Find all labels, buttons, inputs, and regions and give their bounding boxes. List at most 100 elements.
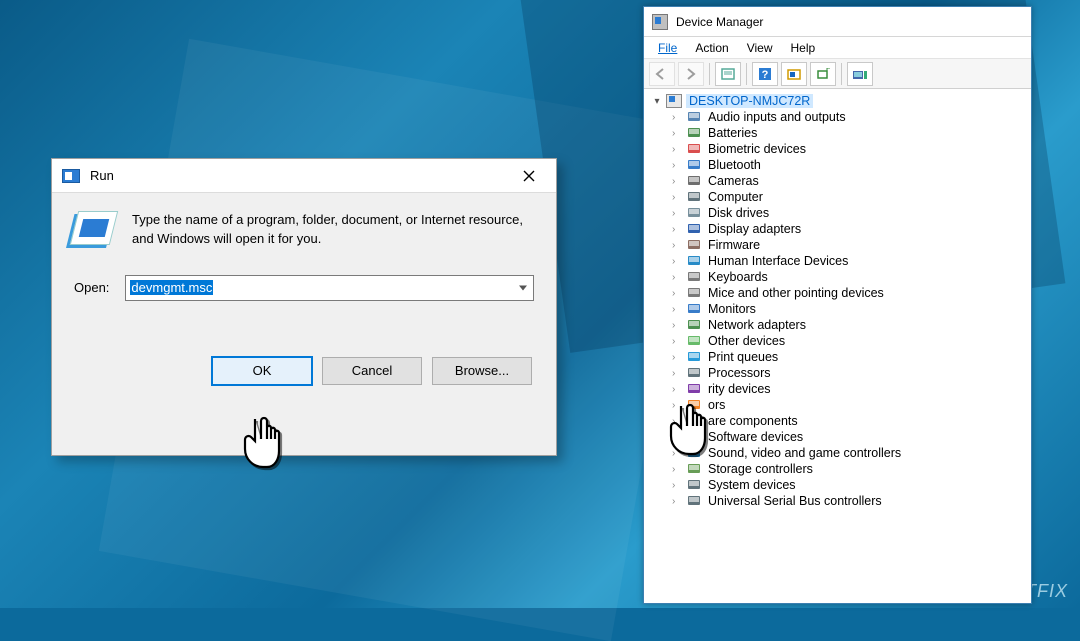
tree-item-keyboard[interactable]: ›Keyboards	[650, 269, 1031, 285]
tree-item-swcomp[interactable]: › are components	[650, 413, 1031, 429]
battery-icon	[687, 126, 703, 140]
tree-item-label: Disk drives	[708, 206, 769, 220]
chevron-right-icon[interactable]: ›	[672, 256, 682, 267]
tree-item-disk[interactable]: › Disk drives	[650, 205, 1031, 221]
close-icon	[523, 170, 535, 182]
ok-button[interactable]: OK	[212, 357, 312, 385]
browse-button[interactable]: Browse...	[432, 357, 532, 385]
tree-item-label: Computer	[708, 190, 763, 204]
tree-item-label: are components	[708, 414, 798, 428]
properties-button[interactable]	[715, 62, 741, 86]
tree-item-bluetooth[interactable]: ›Bluetooth	[650, 157, 1031, 173]
help-button[interactable]: ?	[752, 62, 778, 86]
chevron-down-icon[interactable]	[519, 285, 527, 290]
chevron-right-icon[interactable]: ›	[672, 480, 682, 491]
tree-item-sound[interactable]: ›Sound, video and game controllers	[650, 445, 1031, 461]
chevron-right-icon[interactable]: ›	[672, 464, 682, 475]
root-label: DESKTOP-NMJC72R	[686, 94, 813, 108]
device-tree[interactable]: ▾ DESKTOP-NMJC72R ›Audio inputs and outp…	[644, 89, 1031, 603]
tree-item-mouse[interactable]: › Mice and other pointing devices	[650, 285, 1031, 301]
tree-item-label: Print queues	[708, 350, 778, 364]
chevron-right-icon[interactable]: ›	[672, 112, 682, 123]
chevron-right-icon[interactable]: ›	[672, 192, 682, 203]
chevron-right-icon[interactable]: ›	[672, 320, 682, 331]
usb-icon	[687, 494, 703, 508]
biometric-icon	[687, 142, 703, 156]
tree-item-label: Mice and other pointing devices	[708, 286, 884, 300]
security-icon	[687, 382, 703, 396]
chevron-right-icon[interactable]: ›	[672, 352, 682, 363]
chevron-right-icon[interactable]: ›	[672, 208, 682, 219]
tree-item-network[interactable]: ›Network adapters	[650, 317, 1031, 333]
print-icon	[687, 350, 703, 364]
open-input[interactable]: devmgmt.msc	[125, 275, 534, 301]
run-description: Type the name of a program, folder, docu…	[132, 211, 534, 249]
chevron-right-icon[interactable]: ›	[672, 336, 682, 347]
tree-item-system[interactable]: ›System devices	[650, 477, 1031, 493]
dm-titlebar[interactable]: Device Manager	[644, 7, 1031, 37]
chevron-right-icon[interactable]: ›	[672, 160, 682, 171]
tree-item-label: Cameras	[708, 174, 759, 188]
chevron-right-icon[interactable]: ›	[672, 304, 682, 315]
chevron-right-icon[interactable]: ›	[672, 368, 682, 379]
tree-item-label: Monitors	[708, 302, 756, 316]
hid-icon	[687, 254, 703, 268]
tree-item-storage[interactable]: ›Storage controllers	[650, 461, 1031, 477]
back-button	[649, 62, 675, 86]
tree-item-security[interactable]: › rity devices	[650, 381, 1031, 397]
menu-action[interactable]: Action	[687, 39, 736, 57]
chevron-right-icon[interactable]: ›	[672, 272, 682, 283]
chevron-down-icon[interactable]: ▾	[652, 96, 662, 107]
chevron-right-icon[interactable]: ›	[672, 432, 682, 443]
tree-item-label: Display adapters	[708, 222, 801, 236]
chevron-right-icon[interactable]: ›	[672, 448, 682, 459]
tree-item-usb[interactable]: › Universal Serial Bus controllers	[650, 493, 1031, 509]
run-dialog: Run Type the name of a program, folder, …	[51, 158, 557, 456]
run-titlebar[interactable]: Run	[52, 159, 556, 193]
tree-item-label: rity devices	[708, 382, 771, 396]
add-hardware-button[interactable]	[810, 62, 836, 86]
tree-item-monitor[interactable]: › Monitors	[650, 301, 1031, 317]
tree-item-firmware[interactable]: ›Firmware	[650, 237, 1031, 253]
tree-item-hid[interactable]: ›Human Interface Devices	[650, 253, 1031, 269]
tree-item-computer[interactable]: › Computer	[650, 189, 1031, 205]
chevron-right-icon[interactable]: ›	[672, 384, 682, 395]
chevron-right-icon[interactable]: ›	[672, 240, 682, 251]
scan-button[interactable]	[781, 62, 807, 86]
tree-item-label: Universal Serial Bus controllers	[708, 494, 882, 508]
run-program-icon	[70, 211, 118, 245]
chevron-right-icon[interactable]: ›	[672, 416, 682, 427]
tree-item-label: Biometric devices	[708, 142, 806, 156]
tree-item-display[interactable]: › Display adapters	[650, 221, 1031, 237]
computer-icon	[687, 190, 703, 204]
chevron-right-icon[interactable]: ›	[672, 400, 682, 411]
chevron-right-icon[interactable]: ›	[672, 144, 682, 155]
cancel-button[interactable]: Cancel	[322, 357, 422, 385]
svg-text:?: ?	[762, 69, 769, 81]
chevron-right-icon[interactable]: ›	[672, 176, 682, 187]
tree-item-battery[interactable]: › Batteries	[650, 125, 1031, 141]
close-button[interactable]	[508, 162, 550, 190]
tree-item-print[interactable]: › Print queues	[650, 349, 1031, 365]
tree-item-swdev[interactable]: ›Software devices	[650, 429, 1031, 445]
bluetooth-icon	[687, 158, 703, 172]
tree-item-camera[interactable]: › Cameras	[650, 173, 1031, 189]
menu-file[interactable]: File	[650, 39, 685, 57]
chevron-right-icon[interactable]: ›	[672, 224, 682, 235]
tree-item-biometric[interactable]: › Biometric devices	[650, 141, 1031, 157]
tree-item-audio[interactable]: ›Audio inputs and outputs	[650, 109, 1031, 125]
tree-item-label: Batteries	[708, 126, 757, 140]
open-input-value: devmgmt.msc	[130, 280, 213, 295]
chevron-right-icon[interactable]: ›	[672, 288, 682, 299]
tree-root[interactable]: ▾ DESKTOP-NMJC72R	[650, 93, 1031, 109]
tree-item-sensor[interactable]: ›ors	[650, 397, 1031, 413]
menu-help[interactable]: Help	[783, 39, 824, 57]
display-icon	[687, 222, 703, 236]
chevron-right-icon[interactable]: ›	[672, 128, 682, 139]
sensor-icon	[687, 398, 703, 412]
menu-view[interactable]: View	[739, 39, 781, 57]
chevron-right-icon[interactable]: ›	[672, 496, 682, 507]
tree-item-other[interactable]: ›Other devices	[650, 333, 1031, 349]
refresh-button[interactable]	[847, 62, 873, 86]
tree-item-cpu[interactable]: ›Processors	[650, 365, 1031, 381]
